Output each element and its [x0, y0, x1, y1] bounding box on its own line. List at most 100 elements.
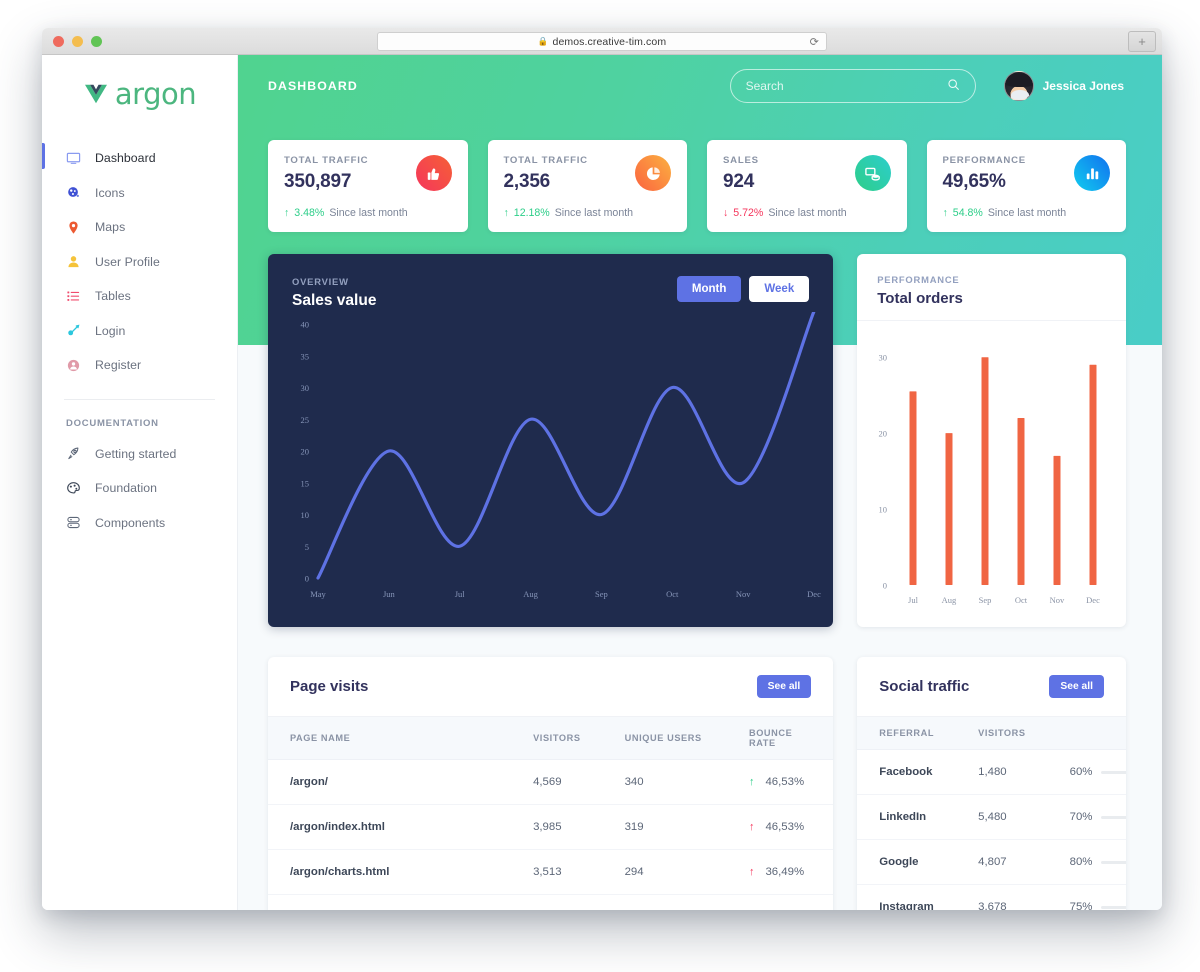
sidebar-item-login[interactable]: Login [42, 314, 237, 349]
sidebar-item-maps[interactable]: Maps [42, 210, 237, 245]
stat-card: PERFORMANCE 49,65% ↑ 54.8% Since last mo… [926, 140, 1126, 232]
browser-window: 🔒 demos.creative-tim.com ⟳ + argon Dashb… [42, 28, 1162, 910]
cell-page-name: /argon/index.html [268, 804, 512, 850]
stat-delta: 5.72% [733, 207, 764, 219]
table-row: Instagram 3,678 75% [857, 884, 1126, 910]
percent-value: 75% [1069, 901, 1093, 910]
svg-text:10: 10 [301, 510, 310, 520]
sidebar-item-label: Tables [95, 289, 131, 304]
week-button[interactable]: Week [749, 276, 810, 302]
stat-period: Since last month [329, 207, 408, 219]
table-row: LinkedIn 5,480 70% [857, 794, 1126, 840]
progress-bar [1101, 905, 1126, 909]
bullet-icon [66, 185, 81, 200]
progress-bar [1101, 815, 1126, 819]
sidebar-item-icons[interactable]: Icons [42, 176, 237, 211]
svg-text:Sep: Sep [595, 589, 608, 599]
sidebar-item-label: User Profile [95, 254, 160, 269]
column-header-referral: REFERRAL [857, 717, 957, 750]
browser-titlebar: 🔒 demos.creative-tim.com ⟳ + [42, 28, 1162, 55]
cell-unique-users: 340 [602, 759, 727, 805]
svg-text:0: 0 [883, 581, 887, 591]
card-title: Social traffic [879, 678, 970, 695]
cell-unique-users: 319 [602, 804, 727, 850]
social-traffic-card: Social traffic See all REFERRAL VISITORS [857, 657, 1126, 910]
cell-progress: 70% [1047, 794, 1126, 840]
column-header-unique-users: UNIQUE USERS [602, 717, 727, 760]
cell-bounce-rate: ↑ 50,87% [726, 894, 834, 910]
column-header-page-name: PAGE NAME [268, 717, 512, 760]
see-all-button[interactable]: See all [756, 675, 812, 698]
stat-label: PERFORMANCE [942, 155, 1026, 166]
top-navbar: DASHBOARD Jessica Jones [238, 55, 1162, 117]
search-input[interactable] [745, 79, 947, 93]
sidebar-item-dashboard[interactable]: Dashboard [42, 141, 237, 176]
circle-user-icon [66, 358, 81, 373]
chart-title: Sales value [292, 292, 377, 309]
bar-chart-icon [1074, 155, 1110, 191]
minimize-window-button[interactable] [72, 35, 83, 47]
card-title: Page visits [290, 678, 369, 695]
search-icon[interactable] [947, 78, 960, 94]
chart-period-toggle[interactable]: Month Week [676, 276, 810, 302]
sidebar-item-register[interactable]: Register [42, 348, 237, 383]
sidebar-item-components[interactable]: Components [42, 506, 237, 541]
svg-text:25: 25 [301, 415, 310, 425]
bounce-rate-value: 46,53% [765, 821, 805, 833]
stat-delta: 3.48% [294, 207, 325, 219]
sidebar-item-foundation[interactable]: Foundation [42, 471, 237, 506]
cell-visitors: 3,513 [511, 849, 603, 895]
sidebar-item-user-profile[interactable]: User Profile [42, 245, 237, 280]
see-all-button[interactable]: See all [1049, 675, 1104, 698]
reload-icon[interactable]: ⟳ [810, 35, 819, 48]
maximize-window-button[interactable] [91, 35, 102, 47]
address-bar[interactable]: 🔒 demos.creative-tim.com ⟳ [377, 32, 827, 51]
cell-referral: Facebook [857, 749, 957, 795]
sales-value-chart-card: OVERVIEW Sales value Month Week 0 5 10 15 20… [268, 254, 834, 627]
sidebar-item-tables[interactable]: Tables [42, 279, 237, 314]
svg-text:0: 0 [305, 574, 309, 584]
table-header-row: PAGE NAME VISITORS UNIQUE USERS BOUNCE R… [268, 717, 834, 760]
stat-label: TOTAL TRAFFIC [503, 155, 588, 166]
user-name: Jessica Jones [1042, 79, 1124, 93]
user-profile-menu[interactable]: Jessica Jones [1003, 71, 1124, 101]
cell-bounce-rate: ↑ 46,53% [726, 759, 834, 805]
search-box[interactable] [729, 69, 976, 103]
stat-card: TOTAL TRAFFIC 350,897 ↑ 3.48% Since last… [268, 140, 468, 232]
tables-row: Page visits See all PAGE NAME VISITORS U… [238, 627, 1162, 910]
cell-page-name: /argon/tables.html [268, 894, 512, 910]
svg-text:Dec: Dec [1086, 595, 1100, 605]
sidebar-item-label: Icons [95, 185, 125, 200]
user-icon [66, 254, 81, 269]
table-row: /argon/index.html 3,985 319 ↑ 46,53% [268, 804, 834, 850]
close-window-button[interactable] [53, 35, 64, 47]
components-icon [66, 515, 81, 530]
cell-referral: LinkedIn [857, 794, 957, 840]
stat-card: TOTAL TRAFFIC 2,356 ↑ 12.18% Since last … [487, 140, 687, 232]
new-tab-label: + [1138, 34, 1146, 49]
svg-text:May: May [310, 589, 326, 599]
cell-progress: 80% [1047, 839, 1126, 885]
sidebar-item-getting-started[interactable]: Getting started [42, 437, 237, 472]
table-row: /argon/charts.html 3,513 294 ↑ 36,49% [268, 849, 834, 895]
palette-icon [66, 481, 81, 496]
sidebar-item-label: Getting started [95, 446, 177, 461]
chart-title: Total orders [877, 290, 963, 307]
cell-unique-users: 294 [602, 849, 727, 895]
stat-label: SALES [723, 155, 759, 166]
percent-value: 70% [1069, 811, 1093, 823]
window-controls[interactable] [42, 35, 102, 47]
pie-chart-icon [635, 155, 671, 191]
cell-bounce-rate: ↑ 46,53% [726, 804, 834, 850]
cell-visitors: 4,807 [956, 839, 1048, 885]
stat-period: Since last month [987, 207, 1067, 219]
thumbs-up-icon [415, 155, 452, 191]
svg-text:Aug: Aug [942, 595, 957, 605]
month-button[interactable]: Month [676, 276, 742, 302]
brand-logo[interactable]: argon [42, 55, 237, 133]
stat-delta: 54.8% [952, 207, 983, 219]
social-traffic-table: REFERRAL VISITORS Facebook 1,480 60% Lin… [857, 717, 1126, 910]
svg-text:Oct: Oct [666, 589, 679, 599]
page-viewport: argon Dashboard Icons Maps User Profile … [42, 55, 1162, 910]
new-tab-button[interactable]: + [1128, 31, 1156, 52]
